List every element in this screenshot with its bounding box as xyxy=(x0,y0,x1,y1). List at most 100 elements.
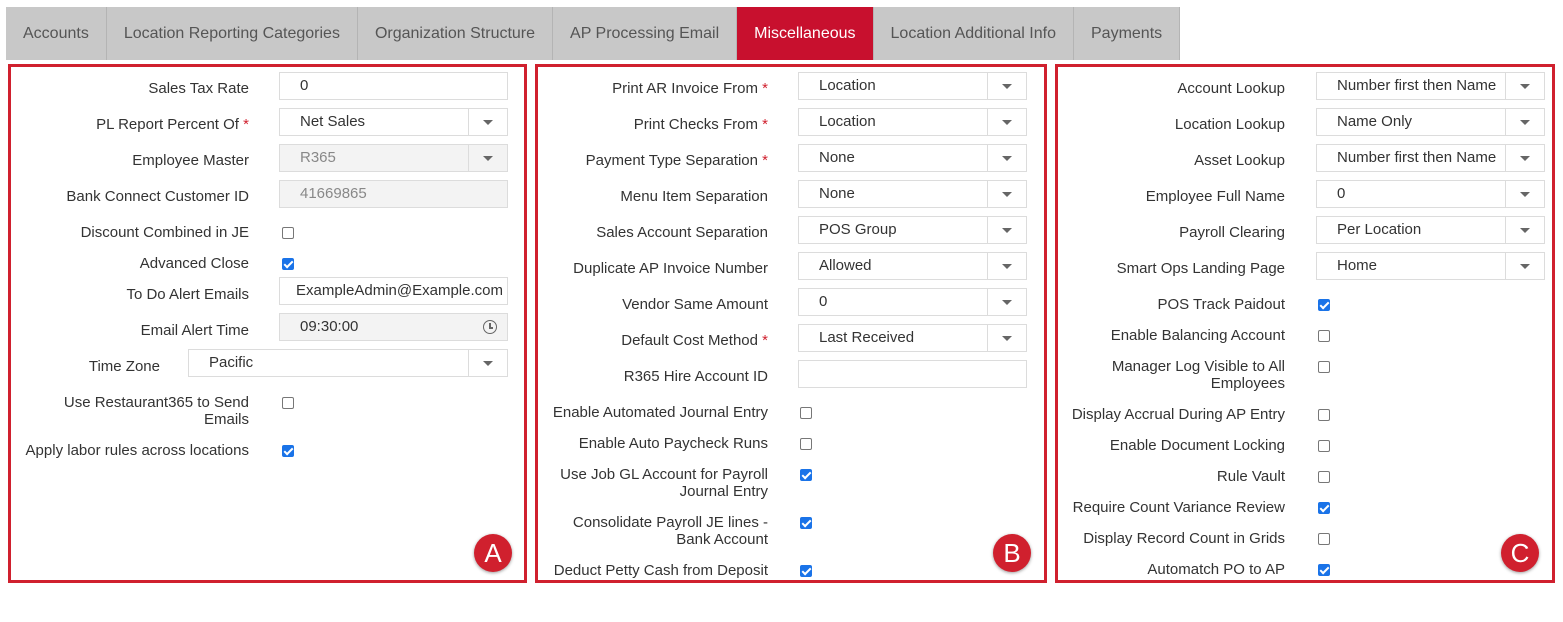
doc-locking-label: Enable Document Locking xyxy=(1109,437,1285,454)
chevron-down-icon[interactable] xyxy=(987,253,1026,279)
chevron-down-icon xyxy=(468,145,507,171)
sales-tax-rate-label: Sales Tax Rate xyxy=(148,80,249,97)
print-checks-label: Print Checks From * xyxy=(633,116,768,133)
tab-bar: Accounts Location Reporting Categories O… xyxy=(6,7,1181,60)
chevron-down-icon[interactable] xyxy=(468,109,507,135)
chevron-down-icon[interactable] xyxy=(987,181,1026,207)
badge-a: A xyxy=(474,534,512,572)
employee-full-name-select[interactable]: 0 xyxy=(1316,180,1545,208)
automatch-checkbox[interactable] xyxy=(1318,564,1330,576)
email-alert-time-input[interactable]: 09:30:00 xyxy=(279,313,508,341)
chevron-down-icon[interactable] xyxy=(987,109,1026,135)
tab-payments[interactable]: Payments xyxy=(1074,7,1181,60)
petty-cash-label: Deduct Petty Cash from Deposit xyxy=(553,562,768,579)
advanced-close-checkbox[interactable] xyxy=(282,258,294,270)
consolidate-checkbox[interactable] xyxy=(800,517,812,529)
doc-locking-checkbox[interactable] xyxy=(1318,440,1330,452)
chevron-down-icon[interactable] xyxy=(987,145,1026,171)
tab-organization-structure[interactable]: Organization Structure xyxy=(357,7,554,60)
accrual-checkbox[interactable] xyxy=(1318,409,1330,421)
menu-item-select[interactable]: None xyxy=(798,180,1027,208)
chevron-down-icon[interactable] xyxy=(987,325,1026,351)
duplicate-ap-select[interactable]: Allowed xyxy=(798,252,1027,280)
petty-cash-checkbox[interactable] xyxy=(800,565,812,577)
sales-tax-rate-input[interactable]: 0 xyxy=(279,72,508,100)
use-r365-checkbox[interactable] xyxy=(282,397,294,409)
record-count-label: Display Record Count in Grids xyxy=(1083,530,1285,547)
tab-accounts[interactable]: Accounts xyxy=(6,7,107,60)
apply-labor-label: Apply labor rules across locations xyxy=(25,442,249,459)
chevron-down-icon[interactable] xyxy=(1505,217,1544,243)
employee-full-name-label: Employee Full Name xyxy=(1145,188,1285,205)
payroll-clearing-label: Payroll Clearing xyxy=(1179,224,1285,241)
discount-combined-label: Discount Combined in JE xyxy=(80,224,249,241)
payment-type-select[interactable]: None xyxy=(798,144,1027,172)
chevron-down-icon[interactable] xyxy=(468,350,507,376)
tab-ap-processing-email[interactable]: AP Processing Email xyxy=(553,7,738,60)
chevron-down-icon[interactable] xyxy=(987,289,1026,315)
print-ar-select[interactable]: Location xyxy=(798,72,1027,100)
balancing-checkbox[interactable] xyxy=(1318,330,1330,342)
tab-location-reporting-categories[interactable]: Location Reporting Categories xyxy=(106,7,358,60)
tab-miscellaneous[interactable]: Miscellaneous xyxy=(737,7,874,60)
smart-ops-label: Smart Ops Landing Page xyxy=(1116,260,1285,277)
smart-ops-select[interactable]: Home xyxy=(1316,252,1545,280)
pos-track-checkbox[interactable] xyxy=(1318,299,1330,311)
employee-master-select: R365 xyxy=(279,144,508,172)
sales-account-select[interactable]: POS Group xyxy=(798,216,1027,244)
pl-report-label: PL Report Percent Of * xyxy=(96,116,249,133)
time-zone-label: Time Zone xyxy=(88,358,160,375)
tab-location-additional-info[interactable]: Location Additional Info xyxy=(873,7,1074,60)
count-variance-checkbox[interactable] xyxy=(1318,502,1330,514)
pos-track-label: POS Track Paidout xyxy=(1157,296,1285,313)
chevron-down-icon[interactable] xyxy=(1505,73,1544,99)
account-lookup-label: Account Lookup xyxy=(1177,80,1285,97)
accrual-label: Display Accrual During AP Entry xyxy=(1071,406,1285,423)
chevron-down-icon[interactable] xyxy=(1505,145,1544,171)
r365-hire-input[interactable] xyxy=(798,360,1027,388)
r365-hire-label: R365 Hire Account ID xyxy=(623,368,768,385)
payroll-clearing-select[interactable]: Per Location xyxy=(1316,216,1545,244)
duplicate-ap-label: Duplicate AP Invoice Number xyxy=(573,260,768,277)
job-gl-label: Use Job GL Account for Payroll Journal En… xyxy=(560,466,768,500)
use-r365-label: Use Restaurant365 to Send Emails xyxy=(63,394,249,428)
consolidate-label: Consolidate Payroll JE lines - Bank Accou… xyxy=(572,514,768,548)
payment-type-label: Payment Type Separation * xyxy=(585,152,768,169)
record-count-checkbox[interactable] xyxy=(1318,533,1330,545)
default-cost-select[interactable]: Last Received xyxy=(798,324,1027,352)
auto-paycheck-label: Enable Auto Paycheck Runs xyxy=(578,435,768,452)
chevron-down-icon[interactable] xyxy=(1505,109,1544,135)
time-zone-select[interactable]: Pacific xyxy=(188,349,508,377)
print-ar-label: Print AR Invoice From * xyxy=(612,80,768,97)
manager-log-checkbox[interactable] xyxy=(1318,361,1330,373)
badge-b: B xyxy=(993,534,1031,572)
todo-alert-input[interactable]: ExampleAdmin@Example.com xyxy=(279,277,508,305)
pl-report-select[interactable]: Net Sales xyxy=(279,108,508,136)
auto-paycheck-checkbox[interactable] xyxy=(800,438,812,450)
chevron-down-icon[interactable] xyxy=(1505,181,1544,207)
sales-account-label: Sales Account Separation xyxy=(596,224,768,241)
apply-labor-checkbox[interactable] xyxy=(282,445,294,457)
account-lookup-select[interactable]: Number first then Name xyxy=(1316,72,1545,100)
clock-icon[interactable] xyxy=(483,320,497,334)
chevron-down-icon[interactable] xyxy=(1505,253,1544,279)
todo-alert-label: To Do Alert Emails xyxy=(126,286,249,303)
chevron-down-icon[interactable] xyxy=(987,73,1026,99)
default-cost-label: Default Cost Method * xyxy=(621,332,768,349)
vendor-same-label: Vendor Same Amount xyxy=(622,296,768,313)
vendor-same-select[interactable]: 0 xyxy=(798,288,1027,316)
location-lookup-select[interactable]: Name Only xyxy=(1316,108,1545,136)
rule-vault-checkbox[interactable] xyxy=(1318,471,1330,483)
discount-combined-checkbox[interactable] xyxy=(282,227,294,239)
bank-connect-label: Bank Connect Customer ID xyxy=(66,188,249,205)
bank-connect-input: 41669865 xyxy=(279,180,508,208)
print-checks-select[interactable]: Location xyxy=(798,108,1027,136)
chevron-down-icon[interactable] xyxy=(987,217,1026,243)
auto-journal-checkbox[interactable] xyxy=(800,407,812,419)
automatch-label: Automatch PO to AP xyxy=(1147,561,1285,578)
panel-a: Sales Tax Rate 0 PL Report Percent Of * … xyxy=(8,64,527,583)
panel-b: Print AR Invoice From * Location Print C… xyxy=(535,64,1047,583)
job-gl-checkbox[interactable] xyxy=(800,469,812,481)
manager-log-label: Manager Log Visible to All Employees xyxy=(1111,358,1285,392)
asset-lookup-select[interactable]: Number first then Name xyxy=(1316,144,1545,172)
